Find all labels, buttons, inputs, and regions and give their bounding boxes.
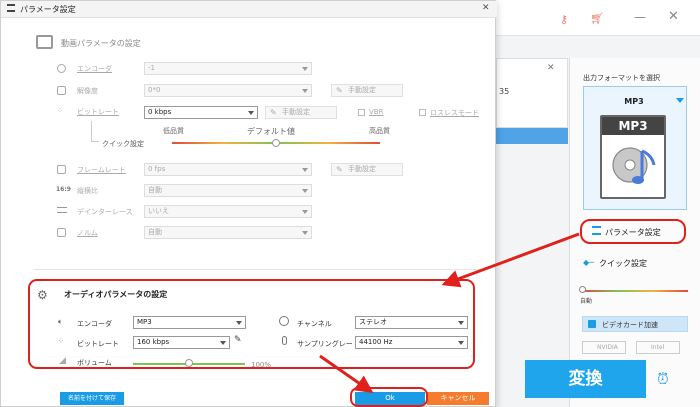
video-encoder-label: エンコーダ: [77, 65, 112, 73]
bitrate-manual-button[interactable]: ✎ 手動設定: [265, 106, 337, 119]
save-as-label: 名前を付けて保存: [67, 395, 116, 402]
framerate-icon: [57, 165, 66, 174]
gpu-accel-toggle[interactable]: ビデオカード加速: [582, 316, 688, 332]
file-list-area: ✕ 35: [496, 58, 568, 128]
tree-connector: [91, 121, 99, 142]
framerate-manual-button[interactable]: ✎ 手動設定: [331, 163, 403, 176]
cart-icon[interactable]: 🛒︎: [590, 12, 604, 25]
deinterlace-icon: [57, 207, 67, 213]
quality-slider-track[interactable]: [582, 290, 688, 292]
aspect-value: 自動: [148, 186, 162, 194]
quick-setting-row: ◆─ クイック設定: [583, 256, 693, 270]
aspect-select[interactable]: 自動: [144, 184, 312, 197]
nvidia-badge: NVIDIA: [582, 341, 626, 354]
video-section-title: 動画パラメータの設定: [61, 39, 141, 48]
pencil-icon: ✎: [336, 165, 343, 174]
remove-file-icon[interactable]: ✕: [547, 63, 555, 73]
resolution-select[interactable]: 0*0: [144, 84, 312, 97]
deinterlace-value: いいえ: [148, 207, 169, 215]
bitrate-dots-icon: ⁘: [57, 107, 63, 115]
lossless-label: ロスレスモード: [430, 109, 479, 117]
video-encoder-value: -1: [148, 64, 155, 72]
dialog-title-bar: パラメータ設定 ✕: [1, 1, 497, 18]
cancel-button[interactable]: キャンセル: [427, 392, 489, 405]
resolution-manual-label: 手動設定: [348, 86, 376, 94]
gpu-icon: [588, 320, 596, 328]
video-quality-slider-handle[interactable]: [272, 139, 280, 147]
param-button-highlight: [580, 219, 686, 244]
file-row-highlight: [496, 128, 568, 144]
aspect-ratio-icon: 16:9: [56, 186, 71, 193]
audio-settings-highlight: [28, 279, 475, 369]
minimize-icon[interactable]: —: [634, 10, 646, 24]
resolution-icon: [57, 86, 66, 95]
mp3-format-icon: MP3: [600, 115, 666, 199]
close-app-icon[interactable]: ✕: [668, 9, 679, 24]
deinterlace-select[interactable]: いいえ: [144, 205, 312, 218]
video-bitrate-value: 0 kbps: [148, 108, 172, 116]
framerate-value: 0 fps: [148, 165, 166, 173]
format-selector[interactable]: MP3 MP3: [583, 86, 687, 210]
format-dropdown-icon[interactable]: [676, 98, 684, 103]
quick-setting-icon: ◆─: [583, 258, 594, 267]
save-as-button[interactable]: 名前を付けて保存: [60, 392, 124, 405]
resolution-manual-button[interactable]: ✎ 手動設定: [331, 84, 403, 97]
file-info-number: 35: [499, 87, 510, 96]
dialog-title: パラメータ設定: [20, 5, 76, 14]
settings-title-icon: [7, 4, 15, 12]
dialog-close-icon[interactable]: ✕: [482, 3, 490, 13]
framerate-select[interactable]: 0 fps: [144, 163, 312, 176]
convert-button[interactable]: 変換: [525, 360, 646, 398]
lossless-checkbox[interactable]: [419, 109, 426, 116]
encoder-gear-icon: [57, 64, 66, 73]
zoom-value: 自動: [148, 228, 162, 236]
ok-button-highlight: [350, 387, 428, 407]
convert-label: 変換: [568, 369, 603, 389]
intel-badge: Intel: [636, 341, 680, 354]
low-quality-label: 低品質: [163, 127, 184, 135]
quick-setting-label: クイック設定: [599, 259, 647, 268]
default-quality-label: デフォルト値: [247, 127, 295, 136]
pencil-icon: ✎: [336, 86, 343, 95]
format-label: MP3: [624, 97, 644, 106]
framerate-label: フレームレート: [77, 166, 126, 174]
film-icon: [36, 35, 53, 49]
zoom-label: ノルム: [77, 229, 98, 237]
resolution-label: 解像度: [77, 87, 98, 95]
zoom-icon: [57, 228, 66, 237]
alarm-clock-icon[interactable]: ⏰︎: [657, 370, 669, 388]
video-encoder-select[interactable]: -1: [144, 62, 312, 75]
framerate-manual-label: 手動設定: [348, 165, 376, 173]
gpu-accel-label: ビデオカード加速: [602, 321, 658, 329]
vbr-label: VBR: [369, 108, 384, 116]
output-format-heading: 出力フォーマットを選択: [583, 74, 660, 82]
cancel-label: キャンセル: [440, 394, 476, 402]
aspect-label: 縦横比: [77, 187, 98, 195]
video-bitrate-select[interactable]: 0 kbps: [144, 106, 258, 119]
disc-note-icon: [612, 147, 656, 184]
quick-setting-row-label: クイック設定: [102, 140, 144, 148]
pencil-icon: ✎: [270, 108, 277, 117]
high-quality-label: 高品質: [369, 127, 390, 135]
vbr-checkbox[interactable]: [358, 109, 365, 116]
section-divider: [34, 269, 486, 270]
bitrate-manual-label: 手動設定: [282, 108, 310, 116]
auto-label: 自動: [580, 298, 593, 305]
video-bitrate-label: ビットレート: [77, 108, 119, 116]
deinterlace-label: デインターレース: [77, 208, 133, 216]
resolution-value: 0*0: [148, 86, 161, 94]
key-icon[interactable]: ⚷: [560, 13, 568, 26]
zoom-select[interactable]: 自動: [144, 226, 312, 239]
quality-slider-handle[interactable]: [579, 286, 586, 293]
mp3-icon-label: MP3: [602, 117, 664, 135]
